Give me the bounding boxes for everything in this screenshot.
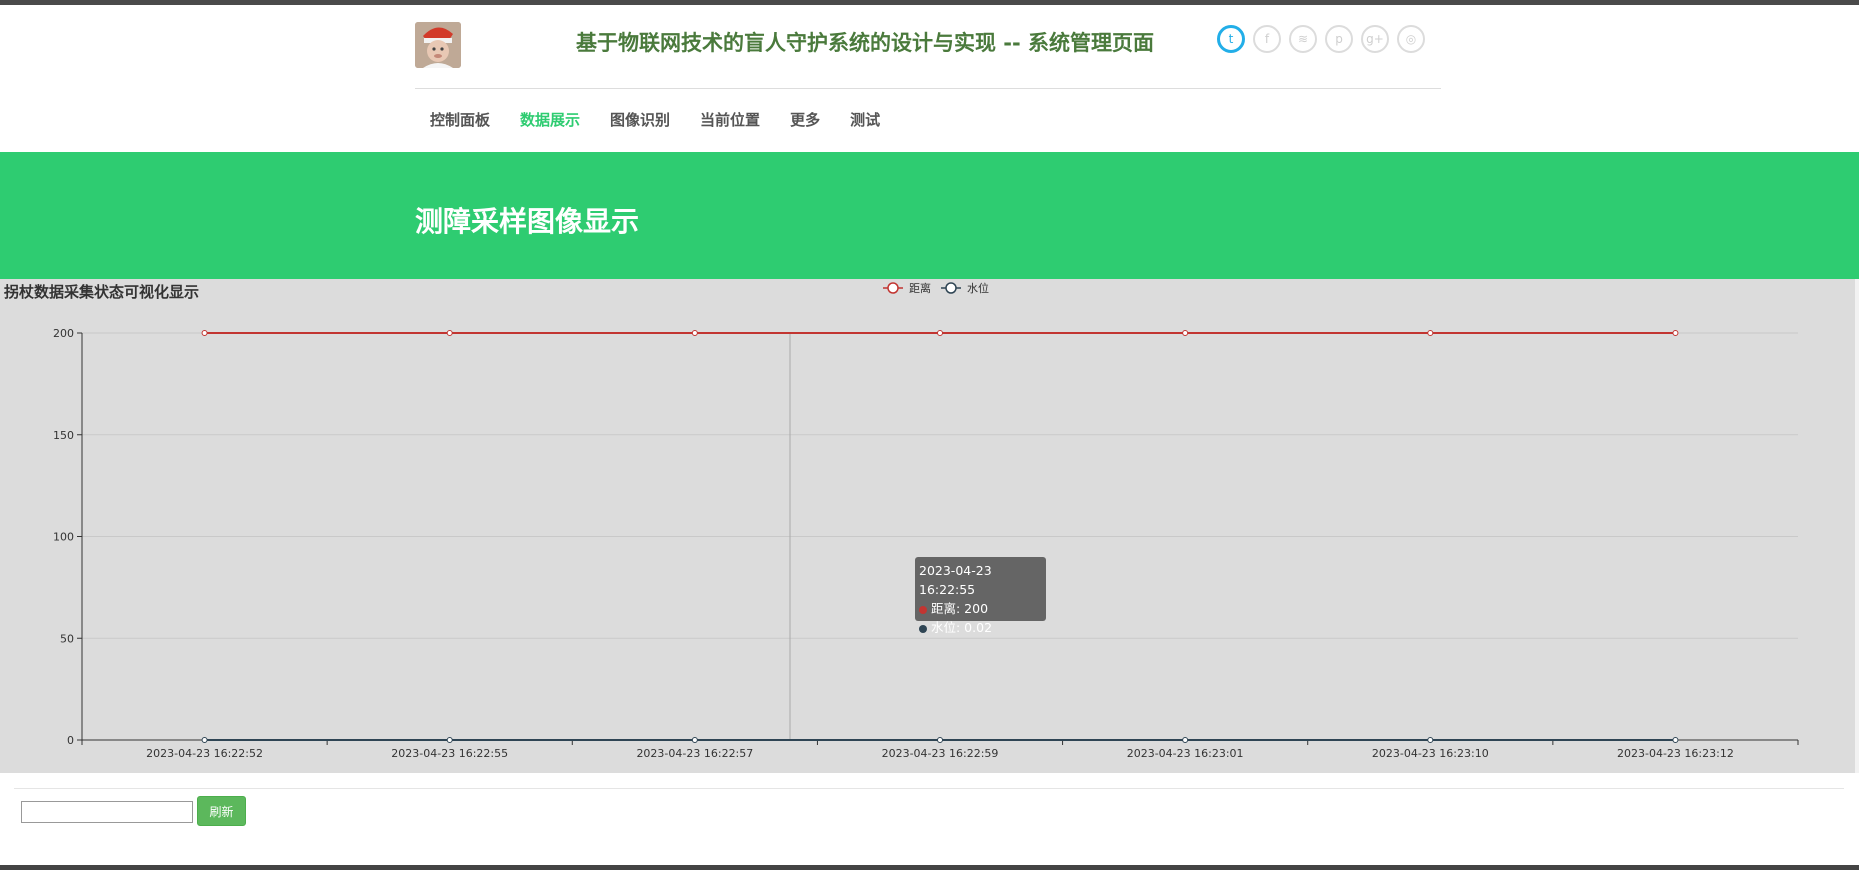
legend-marker-0 — [887, 282, 899, 294]
tooltip-water-text: 水位: 0.02 — [931, 620, 993, 635]
data-point — [1182, 330, 1189, 336]
nav-item-control-panel[interactable]: 控制面板 — [430, 109, 490, 130]
data-point — [201, 330, 208, 336]
x-tick-label: 2023-04-23 16:23:10 — [1372, 747, 1489, 760]
rss-icon[interactable]: ≋ — [1289, 25, 1317, 53]
nav-item-image-recognition[interactable]: 图像识别 — [610, 109, 670, 130]
chart-title: 拐杖数据采集状态可视化显示 — [4, 283, 200, 301]
legend-label: 距离 — [909, 281, 931, 295]
dribbble-icon[interactable]: ◎ — [1397, 25, 1425, 53]
legend-marker-1 — [945, 282, 957, 294]
legend-label: 水位 — [967, 281, 989, 295]
bottom-border — [0, 865, 1859, 870]
y-tick-label: 100 — [53, 531, 74, 544]
data-point — [446, 736, 453, 743]
twitter-icon[interactable]: t — [1217, 25, 1245, 53]
main-nav: 控制面板 数据展示 图像识别 当前位置 更多 测试 — [415, 109, 895, 130]
tooltip-row-water: 水位: 0.02 — [919, 618, 1046, 637]
social-links: t f ≋ p g+ ◎ — [1217, 25, 1425, 53]
tooltip-time: 2023-04-23 16:22:55 — [919, 563, 992, 597]
refresh-input[interactable] — [21, 801, 193, 823]
nav-item-more[interactable]: 更多 — [790, 109, 820, 130]
page-banner: 测障采样图像显示 — [0, 152, 1859, 279]
data-point — [446, 330, 453, 336]
y-tick-label: 50 — [60, 632, 74, 645]
nav-item-test[interactable]: 测试 — [850, 109, 880, 130]
y-tick-label: 0 — [67, 734, 74, 747]
tooltip-row-distance: 距离: 200 — [919, 599, 1046, 618]
line-chart: 0 50 100 150 200 2023-04-23 16:22:52 2023-04-2… — [53, 281, 1799, 760]
x-tick-label: 2023-04-23 16:23:01 — [1127, 747, 1244, 760]
refresh-button[interactable]: 刷新 — [197, 796, 246, 826]
x-tick-label: 2023-04-23 16:22:59 — [882, 747, 999, 760]
data-point — [1672, 736, 1679, 743]
page-scrollbar-edge — [1855, 279, 1859, 773]
data-point — [201, 736, 208, 743]
data-point — [937, 330, 943, 336]
nav-item-data-display[interactable]: 数据展示 — [520, 109, 580, 130]
data-point — [691, 330, 698, 336]
pinterest-icon[interactable]: p — [1325, 25, 1353, 53]
google-plus-icon[interactable]: g+ — [1361, 25, 1389, 53]
site-title: 基于物联网技术的盲人守护系统的设计与实现 -- 系统管理页面 — [575, 31, 1155, 55]
y-tick-label: 200 — [53, 327, 74, 340]
data-point — [937, 736, 943, 743]
section-divider — [14, 788, 1844, 789]
page-title: 测障采样图像显示 — [415, 205, 640, 238]
chart-tooltip: 2023-04-23 16:22:55 距离: 200 水位: 0.02 — [915, 557, 1046, 635]
x-tick-label: 2023-04-23 16:22:55 — [391, 747, 508, 760]
data-point — [1672, 330, 1679, 336]
site-header: 基于物联网技术的盲人守护系统的设计与实现 -- 系统管理页面 t f ≋ p g… — [415, 5, 1441, 89]
x-tick-label: 2023-04-23 16:22:52 — [146, 747, 263, 760]
x-tick-label: 2023-04-23 16:23:12 — [1617, 747, 1734, 760]
data-point — [1182, 736, 1189, 743]
site-logo-avatar — [415, 22, 461, 68]
y-tick-label: 150 — [53, 429, 74, 442]
data-point — [1427, 736, 1434, 743]
nav-item-current-location[interactable]: 当前位置 — [700, 109, 760, 130]
x-tick-label: 2023-04-23 16:22:57 — [636, 747, 753, 760]
chart-panel: 0 50 100 150 200 2023-04-23 16:22:52 2023-04-2… — [0, 279, 1855, 773]
tooltip-distance-text: 距离: 200 — [931, 601, 989, 616]
data-point — [1427, 330, 1434, 336]
facebook-icon[interactable]: f — [1253, 25, 1281, 53]
data-point — [691, 736, 698, 743]
